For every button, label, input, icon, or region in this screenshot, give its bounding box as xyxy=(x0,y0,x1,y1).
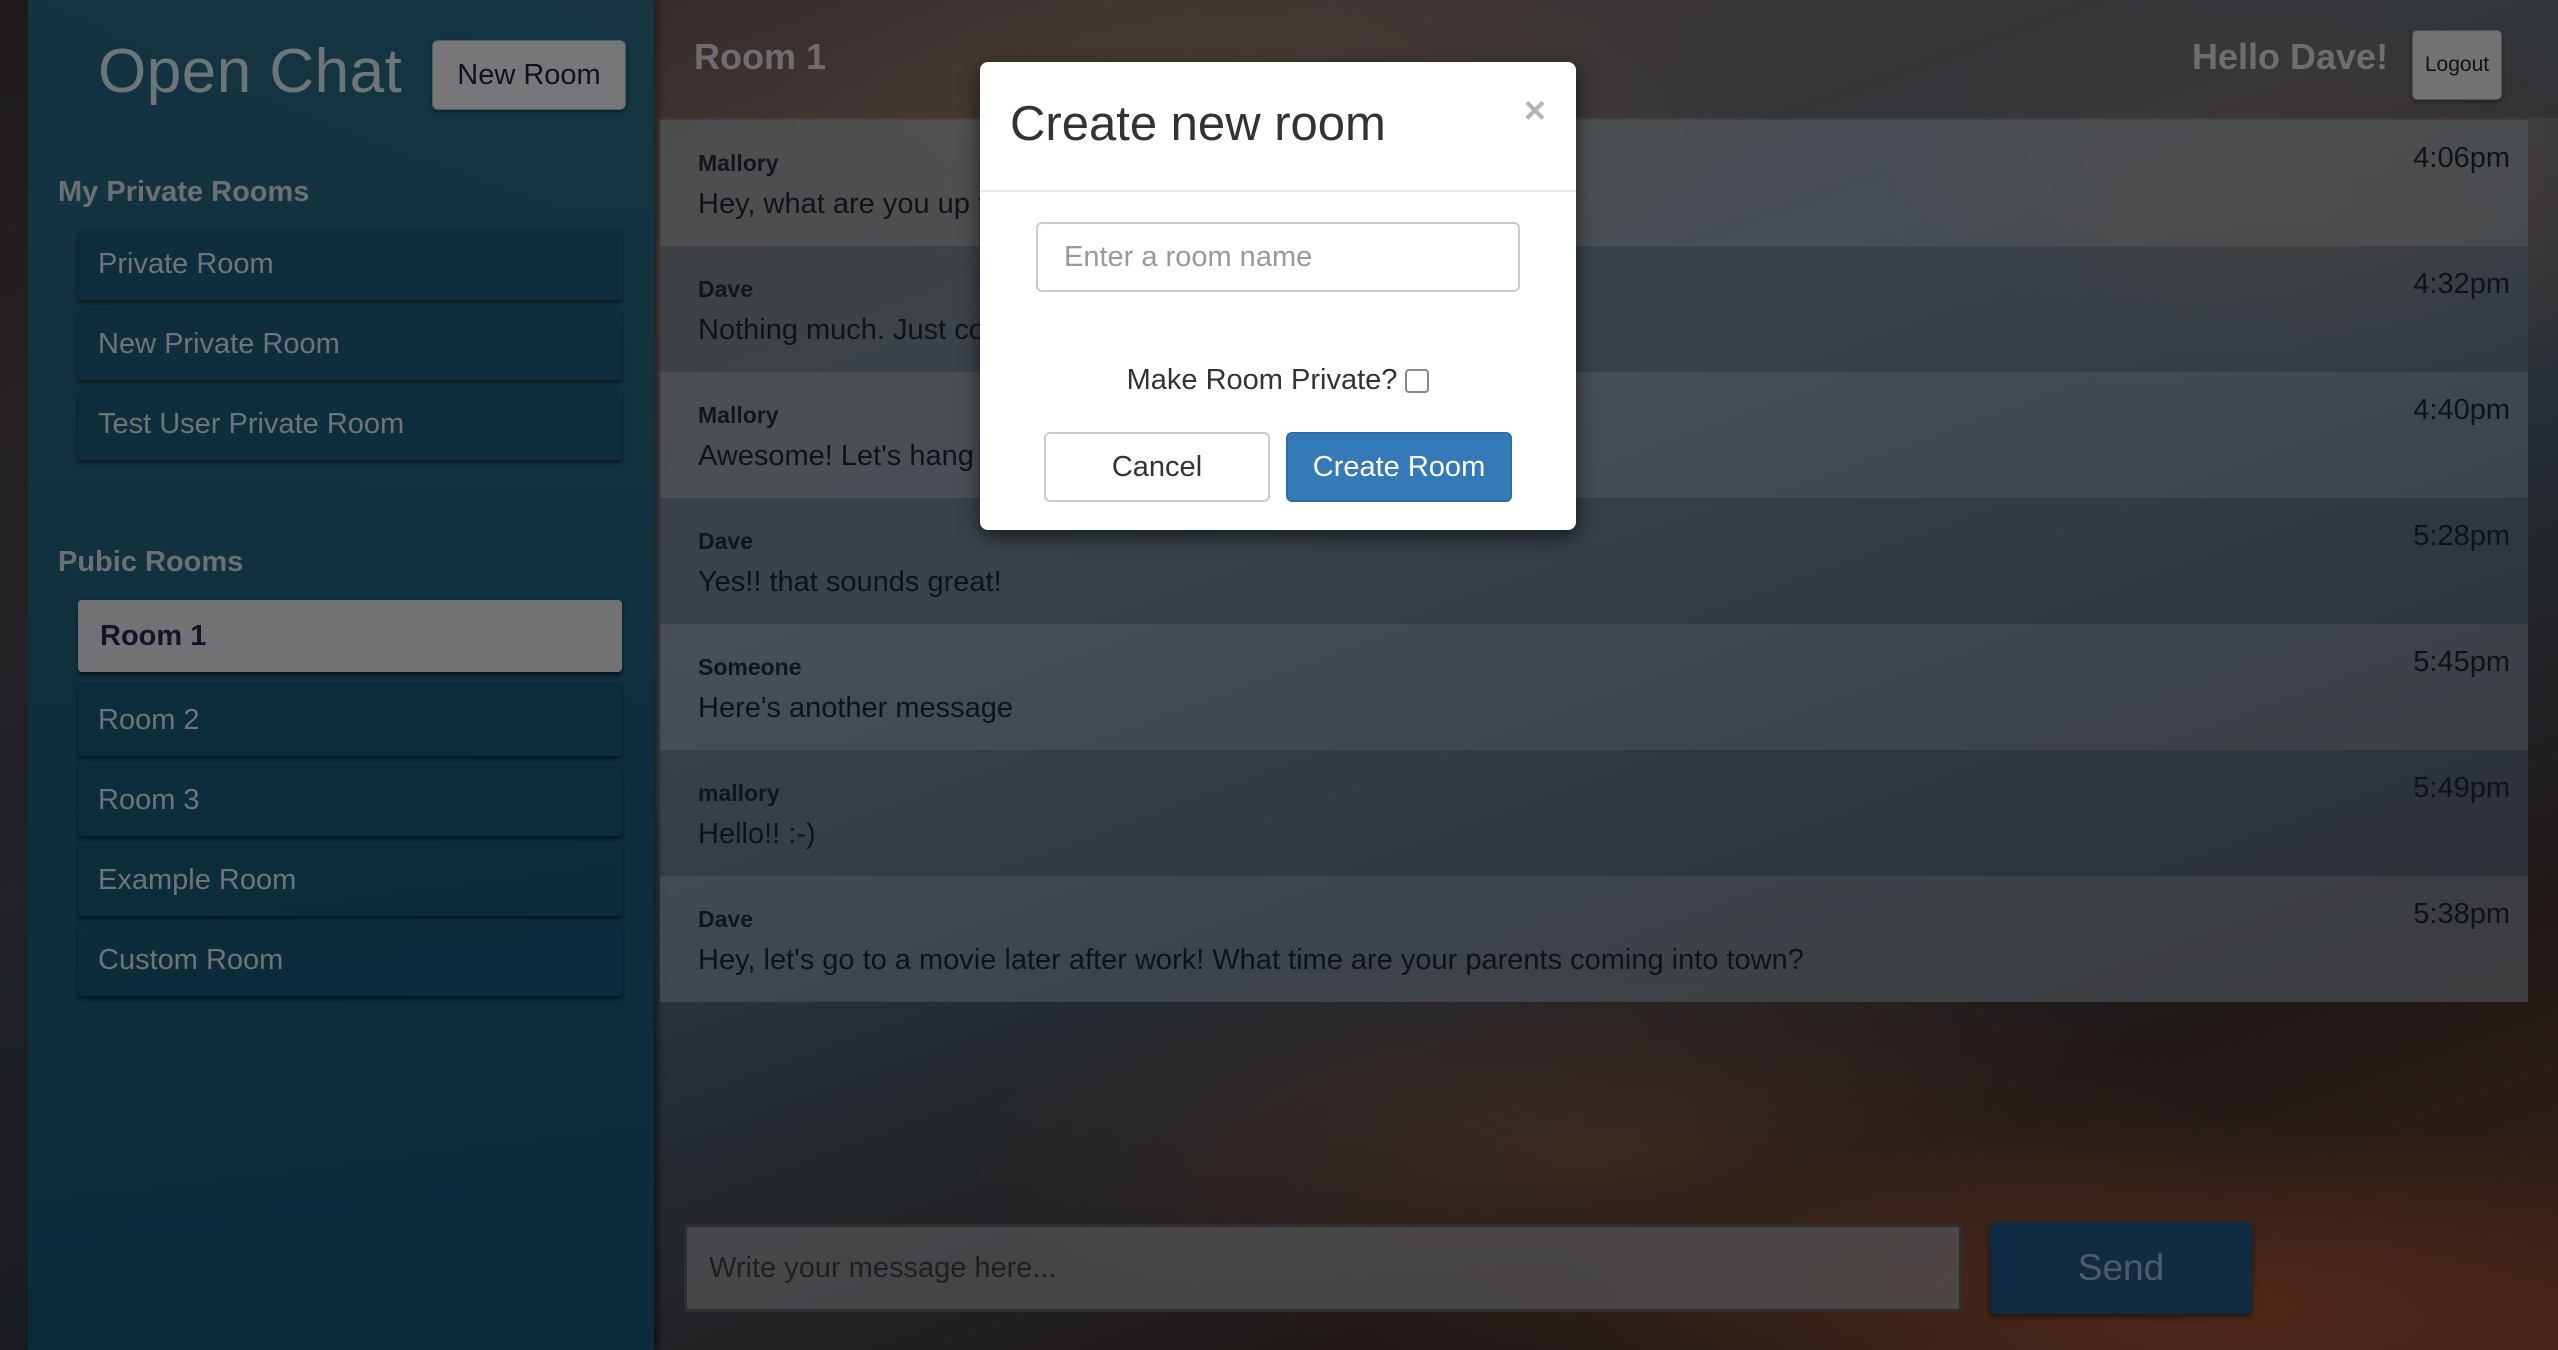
modal-title: Create new room xyxy=(1010,97,1386,151)
create-room-button[interactable]: Create Room xyxy=(1286,432,1512,502)
create-room-modal: Create new room × Enter a room name Make… xyxy=(980,62,1576,530)
private-toggle-row: Make Room Private? xyxy=(980,364,1576,397)
private-checkbox[interactable] xyxy=(1405,368,1430,393)
modal-divider xyxy=(980,190,1576,192)
cancel-button[interactable]: Cancel xyxy=(1044,432,1270,502)
room-name-input[interactable]: Enter a room name xyxy=(1036,222,1520,292)
close-icon[interactable]: × xyxy=(1524,90,1546,133)
private-label: Make Room Private? xyxy=(1126,364,1398,396)
